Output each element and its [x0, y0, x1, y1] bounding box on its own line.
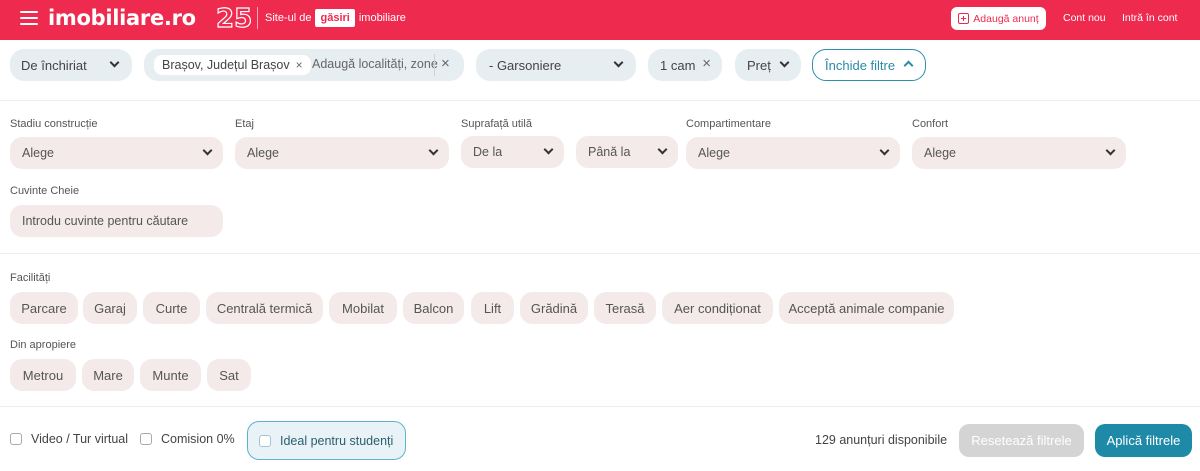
nearby-chip[interactable]: Metrou [10, 359, 76, 391]
chevron-down-icon [1105, 145, 1116, 156]
area-from-value: De la [473, 145, 503, 159]
construction-stage-value: Alege [22, 146, 54, 160]
floor-value: Alege [247, 146, 279, 160]
divider [0, 100, 1200, 101]
area-to-value: Până la [588, 145, 631, 159]
area-from-select[interactable]: De la [461, 136, 564, 168]
anniversary-number: 25 [216, 4, 252, 33]
students-checkbox[interactable] [259, 434, 271, 447]
anniversary-25-badge: 25 [215, 3, 252, 33]
location-chip: Brașov, Județul Brașov × [154, 55, 311, 75]
keywords-label: Cuvinte Cheie [10, 185, 80, 197]
add-listing-label: Adaugă anunț [973, 12, 1039, 25]
chevron-down-icon [657, 144, 668, 155]
apply-filters-button[interactable]: Aplică filtrele [1095, 424, 1192, 457]
facility-chip[interactable]: Garaj [83, 292, 137, 324]
rooms-filter[interactable]: 1 cam × [648, 49, 722, 81]
price-label: Preț [747, 57, 771, 73]
divider [0, 253, 1200, 254]
video-label[interactable]: Video / Tur virtual [31, 432, 128, 446]
chevron-down-icon [202, 145, 213, 156]
close-filters-button[interactable]: Închide filtre [812, 49, 926, 81]
chevron-down-icon [428, 145, 439, 156]
partitioning-select[interactable]: Alege [686, 137, 900, 169]
tagline: Site-ul de găsiri imobiliare [257, 7, 406, 29]
chevron-down-icon [613, 57, 624, 68]
construction-stage-label: Stadiu construcție [10, 118, 98, 130]
facility-chip[interactable]: Aer condiționat [662, 292, 773, 324]
top-header: imobiliare.ro 25 Site-ul de găsiri imobi… [0, 0, 1200, 40]
facilities-label: Facilități [10, 272, 51, 284]
transaction-select[interactable]: De închiriat [10, 49, 132, 81]
property-type-select[interactable]: - Garsoniere [476, 49, 636, 81]
facility-chip[interactable]: Curte [143, 292, 200, 324]
close-filters-label: Închide filtre [825, 57, 896, 73]
commission-checkbox[interactable] [140, 433, 152, 445]
property-type-value: - Garsoniere [489, 57, 562, 73]
rooms-value: 1 cam [660, 57, 696, 73]
add-listing-button[interactable]: Adaugă anunț [951, 7, 1046, 30]
facility-chip[interactable]: Parcare [10, 292, 78, 324]
login-link[interactable]: Intră în cont [1122, 12, 1177, 24]
construction-stage-select[interactable]: Alege [10, 137, 223, 169]
video-checkbox[interactable] [10, 433, 22, 445]
tagline-after: imobiliare [358, 12, 406, 24]
menu-icon[interactable] [20, 11, 38, 25]
keywords-input[interactable]: Introdu cuvinte pentru căutare [10, 205, 223, 237]
nearby-chip[interactable]: Mare [82, 359, 134, 391]
facility-chip[interactable]: Acceptă animale companie [779, 292, 954, 324]
remove-chip-icon[interactable]: × [296, 59, 303, 71]
comfort-label: Confort [912, 118, 949, 130]
clear-rooms-icon[interactable]: × [702, 56, 711, 71]
chevron-down-icon [543, 144, 554, 155]
reset-filters-button[interactable]: Resetează filtrele [959, 424, 1084, 457]
chevron-down-icon [109, 57, 120, 68]
site-logo[interactable]: imobiliare.ro [48, 6, 196, 30]
facility-chip[interactable]: Centrală termică [206, 292, 323, 324]
clear-location-icon[interactable]: × [441, 56, 450, 71]
facility-chip[interactable]: Mobilat [329, 292, 397, 324]
chevron-up-icon [903, 60, 914, 71]
divider [0, 406, 1200, 407]
facility-chip[interactable]: Terasă [594, 292, 656, 324]
nearby-chip[interactable]: Sat [207, 359, 251, 391]
results-count: 129 anunțuri disponibile [815, 433, 948, 447]
location-divider [434, 54, 435, 76]
area-label: Suprafață utilă [461, 118, 532, 130]
partitioning-label: Compartimentare [686, 118, 771, 130]
tagline-before: Site-ul de [265, 12, 312, 24]
students-label: Ideal pentru studenți [280, 433, 394, 448]
location-chip-label: Brașov, Județul Brașov [162, 58, 290, 72]
nearby-label: Din apropiere [10, 339, 77, 351]
area-to-select[interactable]: Până la [576, 136, 678, 168]
students-toggle[interactable]: Ideal pentru studenți [247, 421, 406, 460]
price-select[interactable]: Preț [735, 49, 801, 81]
partitioning-value: Alege [698, 146, 730, 160]
nearby-chip[interactable]: Munte [140, 359, 201, 391]
floor-select[interactable]: Alege [235, 137, 449, 169]
commission-label[interactable]: Comision 0% [161, 432, 235, 446]
facility-chip[interactable]: Balcon [403, 292, 464, 324]
comfort-select[interactable]: Alege [912, 137, 1126, 169]
facility-chip[interactable]: Lift [471, 292, 514, 324]
keywords-placeholder: Introdu cuvinte pentru căutare [22, 214, 189, 228]
plus-square-icon [958, 13, 970, 24]
comfort-value: Alege [924, 146, 956, 160]
transaction-value: De închiriat [21, 57, 87, 73]
tagline-pill: găsiri [315, 9, 355, 27]
new-account-link[interactable]: Cont nou [1063, 12, 1106, 24]
facility-chip[interactable]: Grădină [520, 292, 588, 324]
floor-label: Etaj [235, 118, 254, 130]
chevron-down-icon [779, 57, 790, 68]
location-input[interactable]: Brașov, Județul Brașov × Adaugă localită… [144, 49, 464, 81]
chevron-down-icon [879, 145, 890, 156]
